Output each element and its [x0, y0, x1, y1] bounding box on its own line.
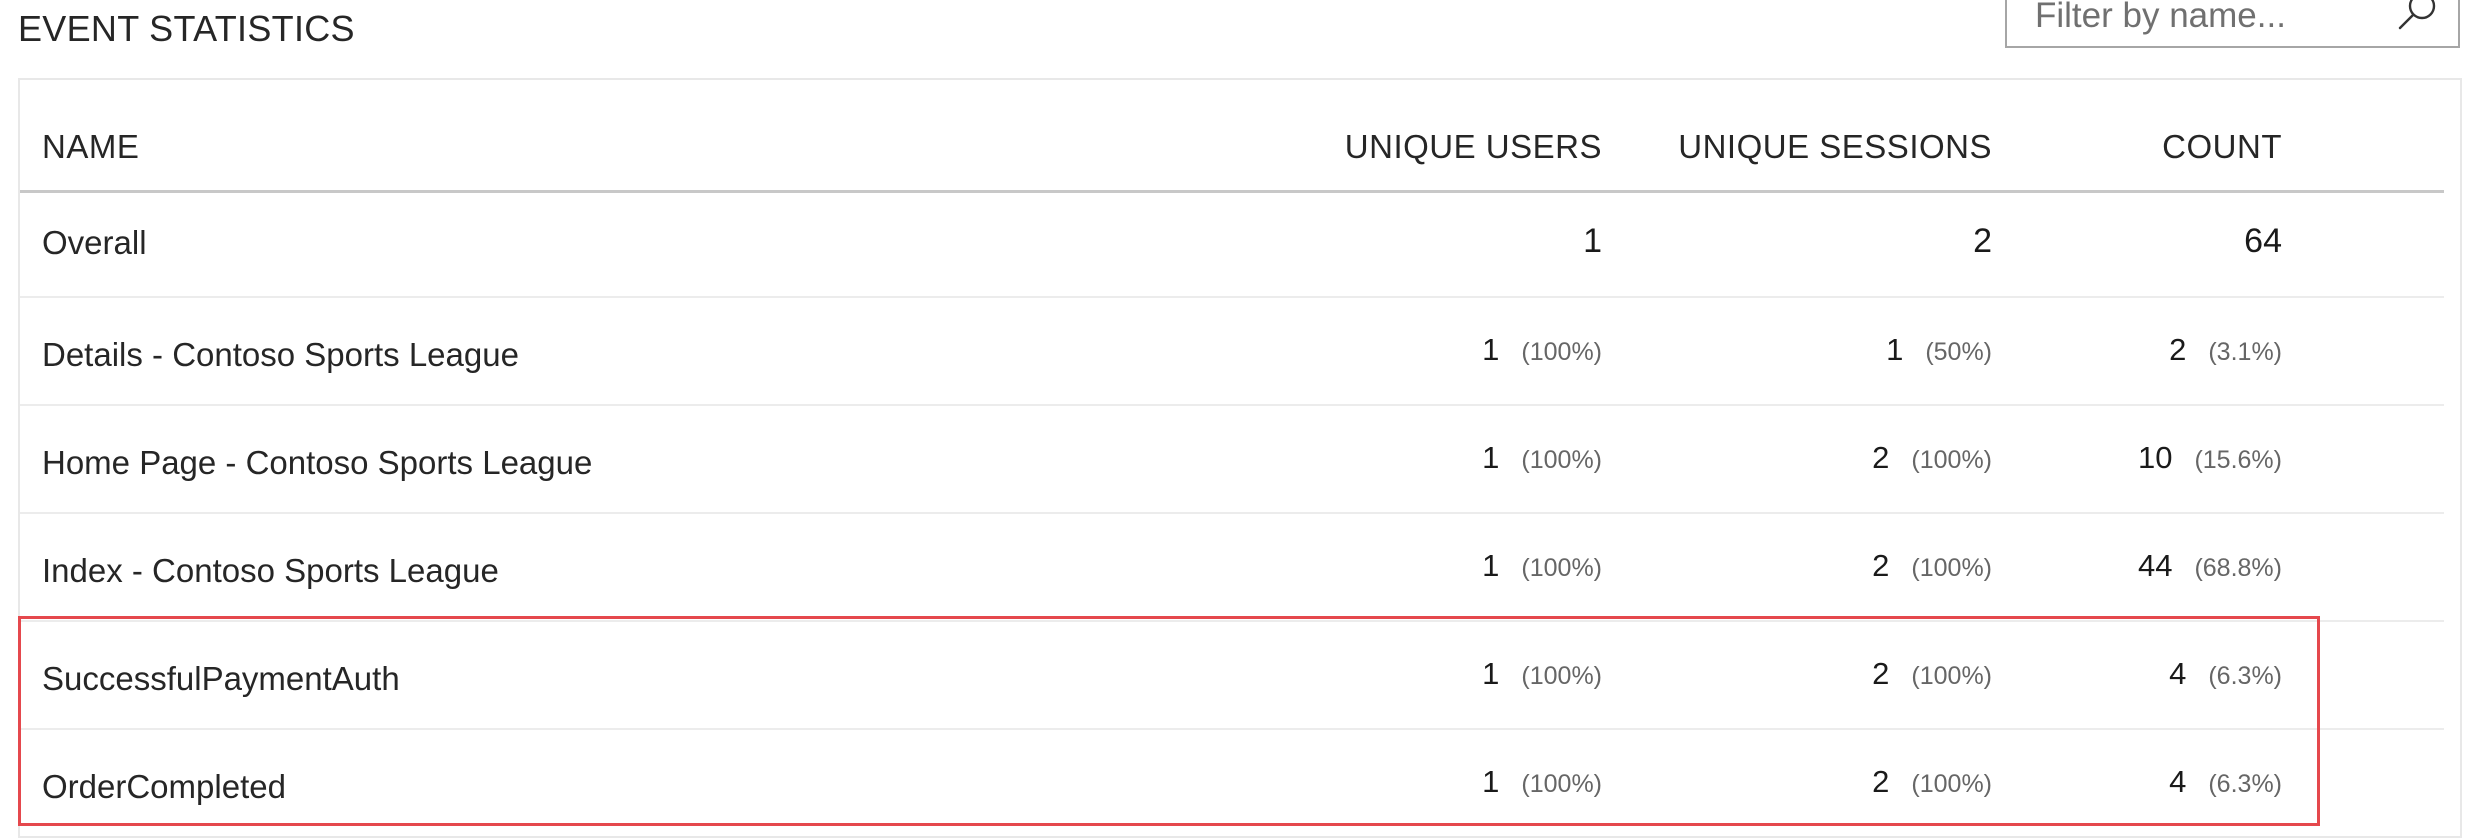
- row-name: Overall: [42, 224, 147, 261]
- column-header-name[interactable]: NAME: [42, 128, 139, 166]
- row-name: OrderCompleted: [42, 768, 286, 805]
- count-value: 4 (6.3%): [2169, 656, 2282, 691]
- page-title: EVENT STATISTICS: [18, 8, 355, 49]
- table-row[interactable]: Home Page - Contoso Sports League 1 (100%…: [20, 406, 2444, 514]
- row-name: SuccessfulPaymentAuth: [42, 660, 400, 697]
- column-header-unique-sessions[interactable]: UNIQUE SESSIONS: [1678, 128, 1992, 166]
- table-row-overall[interactable]: Overall 1 2 64: [20, 190, 2444, 298]
- count-value: 4 (6.3%): [2169, 764, 2282, 799]
- unique-sessions-value: 2 (100%): [1872, 548, 1992, 583]
- filter-input[interactable]: [2035, 0, 2375, 36]
- unique-sessions-value: 2: [1973, 222, 1992, 260]
- table-row[interactable]: SuccessfulPaymentAuth 1 (100%) 2 (100%) 4(…: [20, 622, 2444, 730]
- unique-users-value: 1 (100%): [1482, 332, 1602, 367]
- unique-sessions-value: 2 (100%): [1872, 656, 1992, 691]
- count-value: 10 (15.6%): [2137, 440, 2282, 475]
- unique-sessions-value: 1 (50%): [1886, 332, 1992, 367]
- unique-users-value: 1 (100%): [1482, 440, 1602, 475]
- table-row[interactable]: Details - Contoso Sports League 1 (100%) …: [20, 298, 2444, 406]
- count-value: 2 (3.1%): [2169, 332, 2282, 367]
- filter-box[interactable]: [2005, 0, 2460, 48]
- unique-sessions-value: 2 (100%): [1872, 440, 1992, 475]
- row-name: Index - Contoso Sports League: [42, 552, 499, 589]
- table-header: NAME UNIQUE USERS UNIQUE SESSIONS COUNT: [20, 80, 2444, 193]
- unique-users-value: 1 (100%): [1482, 656, 1602, 691]
- row-name: Details - Contoso Sports League: [42, 336, 519, 373]
- table-row[interactable]: OrderCompleted 1 (100%) 2 (100%) 4 (6.3%): [20, 730, 2444, 836]
- row-name: Home Page - Contoso Sports League: [42, 444, 593, 481]
- unique-sessions-value: 2 (100%): [1872, 764, 1992, 799]
- search-icon[interactable]: [2396, 0, 2440, 34]
- column-header-count[interactable]: COUNT: [2162, 128, 2282, 166]
- unique-users-value: 1 (100%): [1482, 548, 1602, 583]
- count-value: 64: [2244, 222, 2282, 260]
- unique-users-value: 1 (100%): [1482, 764, 1602, 799]
- table-row[interactable]: Index - Contoso Sports League 1 (100%) 2(…: [20, 514, 2444, 622]
- count-value: 44 (68.8%): [2137, 548, 2282, 583]
- unique-users-value: 1: [1583, 222, 1602, 260]
- column-header-unique-users[interactable]: UNIQUE USERS: [1345, 128, 1602, 166]
